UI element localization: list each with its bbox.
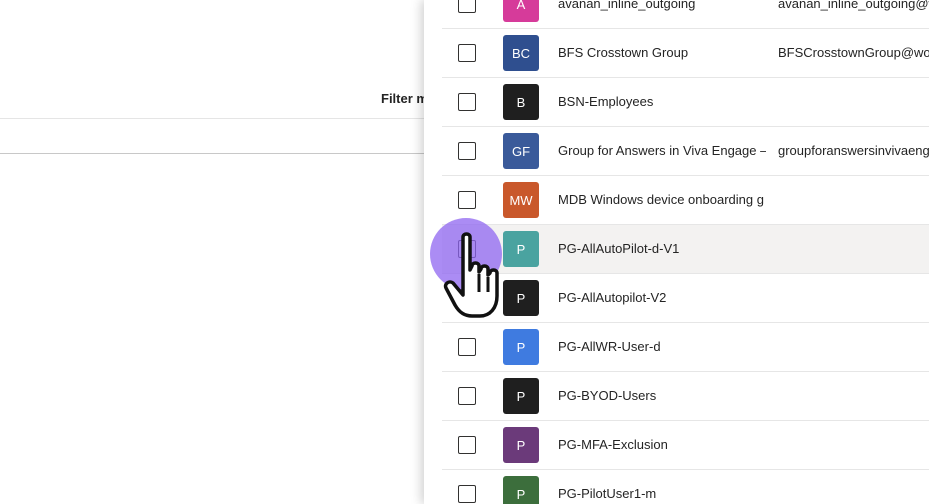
group-name: PG-AllAutoPilot-d-V1: [558, 241, 680, 256]
group-row[interactable]: MW MDB Windows device onboarding g: [442, 176, 929, 225]
row-checkbox[interactable]: [458, 44, 476, 62]
row-checkbox[interactable]: [458, 485, 476, 503]
group-avatar: P: [503, 231, 539, 267]
group-avatar: A: [503, 0, 539, 22]
group-picker-panel: Aavanan_inline_outgoing avanan_inline_out…: [424, 0, 929, 504]
row-checkbox[interactable]: [458, 387, 476, 405]
group-row[interactable]: P PG-AllAutoPilot-d-V1: [442, 225, 929, 274]
group-name: MDB Windows device onboarding g: [558, 192, 764, 207]
row-checkbox[interactable]: [458, 289, 476, 307]
group-avatar: P: [503, 280, 539, 316]
group-email: BFSCrosstownGroup@wor: [778, 45, 929, 60]
row-checkbox[interactable]: [458, 142, 476, 160]
row-checkbox[interactable]: [458, 338, 476, 356]
group-list: Aavanan_inline_outgoing avanan_inline_out…: [442, 0, 929, 504]
group-name: PG-AllWR-User-d: [558, 339, 661, 354]
divider: [0, 118, 424, 119]
group-name: PG-MFA-Exclusion: [558, 437, 668, 452]
group-name: PG-BYOD-Users: [558, 388, 657, 403]
group-avatar: MW: [503, 182, 539, 218]
group-row[interactable]: Aavanan_inline_outgoing avanan_inline_out…: [442, 0, 929, 29]
group-email: avanan_inline_outgoing@w: [778, 0, 929, 11]
group-name: BSN-Employees: [558, 94, 654, 109]
filter-label: Filter m: [381, 91, 424, 106]
group-row[interactable]: P PG-BYOD-Users: [442, 372, 929, 421]
group-name: avanan_inline_outgoing: [558, 0, 696, 11]
row-checkbox[interactable]: [458, 240, 476, 258]
group-row[interactable]: GF Group for Answers in Viva Engage – grou…: [442, 127, 929, 176]
group-avatar: P: [503, 378, 539, 414]
group-email: groupforanswersinvivaeng: [778, 143, 929, 158]
group-name: PG-AllAutopilot-V2: [558, 290, 667, 305]
group-name: PG-PilotUser1-m: [558, 486, 657, 501]
group-row[interactable]: P PG-AllAutopilot-V2: [442, 274, 929, 323]
group-row[interactable]: P PG-MFA-Exclusion: [442, 421, 929, 470]
group-row[interactable]: P PG-PilotUser1-m: [442, 470, 929, 504]
group-row[interactable]: B BSN-Employees: [442, 78, 929, 127]
row-checkbox[interactable]: [458, 436, 476, 454]
row-checkbox[interactable]: [458, 93, 476, 111]
group-avatar: BC: [503, 35, 539, 71]
group-row[interactable]: P PG-AllWR-User-d: [442, 323, 929, 372]
group-avatar: P: [503, 476, 539, 504]
divider: [0, 153, 424, 154]
row-checkbox[interactable]: [458, 0, 476, 13]
group-name: BFS Crosstown Group: [558, 45, 689, 60]
group-avatar: GF: [503, 133, 539, 169]
group-avatar: B: [503, 84, 539, 120]
row-checkbox[interactable]: [458, 191, 476, 209]
group-avatar: P: [503, 427, 539, 463]
group-name: Group for Answers in Viva Engage –: [558, 143, 766, 158]
group-avatar: P: [503, 329, 539, 365]
group-row[interactable]: BC BFS Crosstown Group BFSCrosstownGroup@w…: [442, 29, 929, 78]
